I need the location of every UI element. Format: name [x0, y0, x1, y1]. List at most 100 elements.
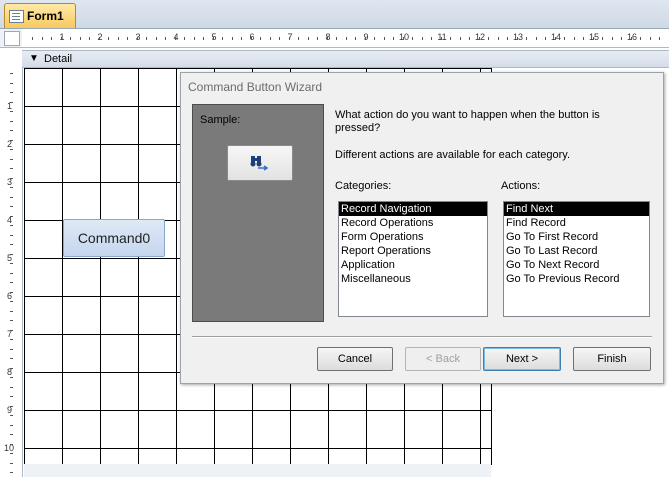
ruler-tick — [89, 37, 90, 40]
ruler-number: 5 — [7, 253, 13, 263]
categories-listbox[interactable]: Record Navigation Record Operations Form… — [338, 201, 488, 317]
ruler-tick — [10, 272, 13, 274]
ruler-tick — [364, 37, 366, 40]
ruler-tick — [146, 37, 147, 40]
ruler-tick — [450, 37, 451, 40]
wizard-question: What action do you want to happen when t… — [335, 109, 600, 134]
ruler-tick — [374, 37, 375, 40]
ruler-tick — [184, 37, 185, 40]
ruler-tick — [117, 37, 119, 40]
ruler-number: 13 — [512, 32, 524, 42]
ruler-scale: 1 2 3 4 5 6 7 8 9 10 11 12 13 14 15 16 — [22, 29, 669, 47]
ruler-tick — [260, 37, 261, 40]
ruler-tick — [51, 37, 52, 40]
ruler-tick — [10, 82, 13, 84]
ruler-tick — [10, 348, 13, 350]
ruler-tick — [231, 37, 233, 40]
ruler-tick — [174, 37, 176, 40]
ruler-tick — [70, 37, 71, 40]
ruler-tick — [602, 37, 603, 40]
back-button[interactable]: < Back — [405, 347, 481, 371]
ruler-number: 9 — [7, 405, 13, 415]
dialog-divider — [192, 336, 652, 338]
category-item[interactable]: Record Operations — [339, 216, 487, 230]
ruler-tick — [165, 37, 166, 40]
finish-button[interactable]: Finish — [573, 347, 651, 371]
binoculars-find-icon — [250, 156, 269, 171]
action-item[interactable]: Go To Last Record — [504, 244, 649, 258]
ruler-tick — [10, 472, 13, 473]
form-selector[interactable] — [4, 31, 20, 46]
ruler-tick — [10, 101, 13, 103]
command0-button[interactable]: Command0 — [63, 219, 165, 257]
category-item[interactable]: Form Operations — [339, 230, 487, 244]
ruler-tick — [10, 415, 13, 416]
ruler-tick — [10, 405, 13, 407]
ruler-tick — [621, 37, 622, 40]
category-item[interactable]: Miscellaneous — [339, 272, 487, 286]
ruler-tick — [10, 443, 13, 445]
next-button[interactable]: Next > — [483, 347, 561, 371]
ruler-tick — [326, 37, 328, 40]
ruler-tick — [345, 37, 347, 40]
ruler-tick — [630, 37, 632, 40]
category-item[interactable]: Report Operations — [339, 244, 487, 258]
ruler-tick — [10, 244, 13, 245]
dialog-title: Command Button Wizard — [188, 80, 323, 94]
vertical-ruler: 1 2 3 4 5 6 7 8 9 10 — [0, 68, 23, 477]
ruler-tick — [203, 37, 204, 40]
ruler-tick — [535, 37, 537, 40]
ruler-tick — [10, 310, 13, 312]
ruler-tick — [10, 434, 13, 435]
ruler-tick — [10, 377, 13, 378]
action-item[interactable]: Go To Next Record — [504, 258, 649, 272]
command-button-wizard-dialog: Command Button Wizard Sample: What actio… — [180, 72, 664, 384]
ruler-tick — [478, 37, 480, 40]
ruler-tick — [10, 424, 13, 426]
detail-section-bar[interactable]: ▼ Detail — [22, 50, 669, 68]
ruler-tick — [250, 37, 252, 40]
section-label: Detail — [44, 53, 73, 65]
sample-button — [227, 145, 293, 181]
ruler-tick — [10, 120, 13, 122]
ruler-number: 12 — [474, 32, 486, 42]
ruler-tick — [10, 111, 13, 112]
actions-listbox[interactable]: Find Next Find Record Go To First Record… — [503, 201, 650, 317]
ruler-tick — [440, 37, 442, 40]
action-item[interactable]: Find Record — [504, 216, 649, 230]
form-icon — [9, 10, 24, 23]
ruler-tick — [136, 37, 138, 40]
ruler-tick — [649, 37, 651, 40]
ruler-tick — [10, 263, 13, 264]
ruler-tick — [564, 37, 565, 40]
action-item[interactable]: Go To Previous Record — [504, 272, 649, 286]
ruler-tick — [10, 187, 13, 188]
ruler-tick — [10, 196, 13, 198]
ruler-tick — [298, 37, 299, 40]
ruler-tick — [10, 358, 13, 359]
categories-label: Categories: — [335, 180, 392, 192]
ruler-tick — [10, 215, 13, 217]
ruler-tick — [412, 37, 413, 40]
ruler-tick — [10, 206, 13, 207]
ruler-tick — [431, 37, 432, 40]
horizontal-ruler: 1 2 3 4 5 6 7 8 9 10 11 12 13 14 15 16 — [0, 29, 669, 48]
ruler-tick — [317, 37, 318, 40]
ruler-tick — [32, 37, 33, 40]
ruler-tick — [488, 37, 489, 40]
ruler-tick — [212, 37, 214, 40]
action-item[interactable]: Find Next — [504, 202, 649, 216]
ruler-tick — [383, 37, 385, 40]
tab-form1[interactable]: Form1 — [4, 3, 76, 28]
ruler-tick — [10, 462, 13, 464]
ruler-tick — [108, 37, 109, 40]
ruler-tick — [10, 367, 13, 369]
ruler-tick — [421, 37, 423, 40]
category-item[interactable]: Application — [339, 258, 487, 272]
cancel-button[interactable]: Cancel — [317, 347, 393, 371]
action-item[interactable]: Go To First Record — [504, 230, 649, 244]
category-item[interactable]: Record Navigation — [339, 202, 487, 216]
ruler-tick — [10, 396, 13, 397]
ruler-tick — [10, 329, 13, 331]
sample-pane: Sample: — [192, 104, 324, 322]
